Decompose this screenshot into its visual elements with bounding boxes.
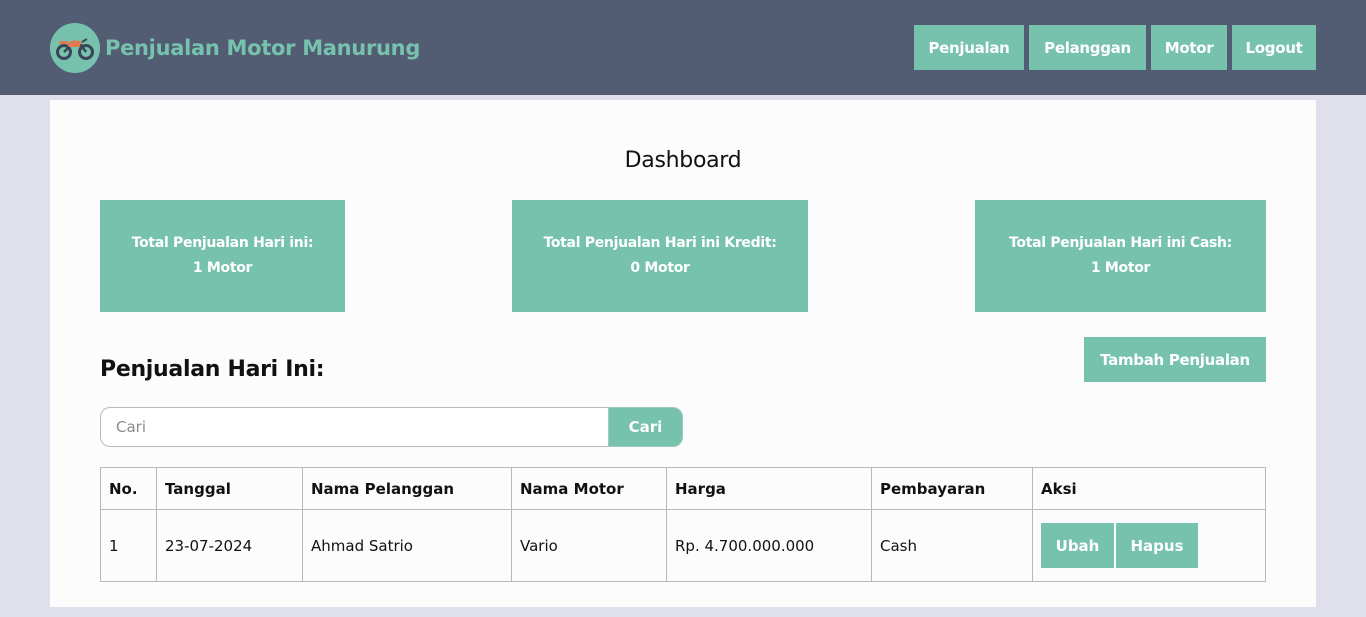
dashboard-card: Dashboard Total Penjualan Hari ini: 1 Mo… — [50, 100, 1316, 607]
stat-label: Total Penjualan Hari ini: — [131, 235, 314, 251]
stat-value: 1 Motor — [192, 260, 253, 276]
column-header-motor: Nama Motor — [511, 467, 667, 510]
section-title: Penjualan Hari Ini: — [100, 357, 325, 382]
column-header-harga: Harga — [666, 467, 872, 510]
stat-value: 1 Motor — [1090, 260, 1151, 276]
main-nav: Penjualan Pelanggan Motor Logout — [914, 25, 1316, 70]
cell-harga: Rp. 4.700.000.000 — [666, 509, 872, 582]
brand[interactable]: Penjualan Motor Manurung — [50, 23, 420, 73]
cell-no: 1 — [100, 509, 157, 582]
sales-table: No. Tanggal Nama Pelanggan Nama Motor Ha… — [100, 467, 1266, 582]
cell-tanggal: 23-07-2024 — [156, 509, 303, 582]
stat-value: 0 Motor — [630, 260, 690, 276]
cell-pelanggan: Ahmad Satrio — [302, 509, 512, 582]
nav-pelanggan-button[interactable]: Pelanggan — [1029, 25, 1146, 70]
logout-button[interactable]: Logout — [1232, 25, 1316, 70]
top-navbar: Penjualan Motor Manurung Penjualan Pelan… — [0, 0, 1366, 95]
brand-title: Penjualan Motor Manurung — [105, 36, 421, 60]
stat-total-today: Total Penjualan Hari ini: 1 Motor — [100, 200, 345, 312]
search-input[interactable] — [100, 407, 608, 447]
motorcycle-icon — [50, 23, 100, 73]
stat-label: Total Penjualan Hari ini Cash: — [1009, 235, 1232, 251]
stat-label: Total Penjualan Hari ini Kredit: — [543, 235, 777, 251]
stat-total-cash: Total Penjualan Hari ini Cash: 1 Motor — [975, 200, 1266, 312]
column-header-aksi: Aksi — [1032, 467, 1266, 510]
delete-button[interactable]: Hapus — [1116, 523, 1198, 568]
search-form: Cari — [100, 407, 683, 447]
search-button[interactable]: Cari — [608, 407, 683, 447]
nav-penjualan-button[interactable]: Penjualan — [914, 25, 1024, 70]
add-sale-button[interactable]: Tambah Penjualan — [1084, 337, 1266, 382]
column-header-pembayaran: Pembayaran — [871, 467, 1033, 510]
cell-aksi: Ubah Hapus — [1032, 509, 1266, 582]
cell-pembayaran: Cash — [871, 509, 1033, 582]
table-row: 1 23-07-2024 Ahmad Satrio Vario Rp. 4.70… — [100, 509, 1266, 582]
table-header-row: No. Tanggal Nama Pelanggan Nama Motor Ha… — [100, 467, 1266, 510]
stat-total-kredit: Total Penjualan Hari ini Kredit: 0 Motor — [512, 200, 808, 312]
edit-button[interactable]: Ubah — [1041, 523, 1114, 568]
page-title: Dashboard — [624, 148, 742, 173]
column-header-tanggal: Tanggal — [156, 467, 303, 510]
nav-motor-button[interactable]: Motor — [1151, 25, 1227, 70]
column-header-no: No. — [100, 467, 157, 510]
cell-motor: Vario — [511, 509, 667, 582]
column-header-pelanggan: Nama Pelanggan — [302, 467, 512, 510]
